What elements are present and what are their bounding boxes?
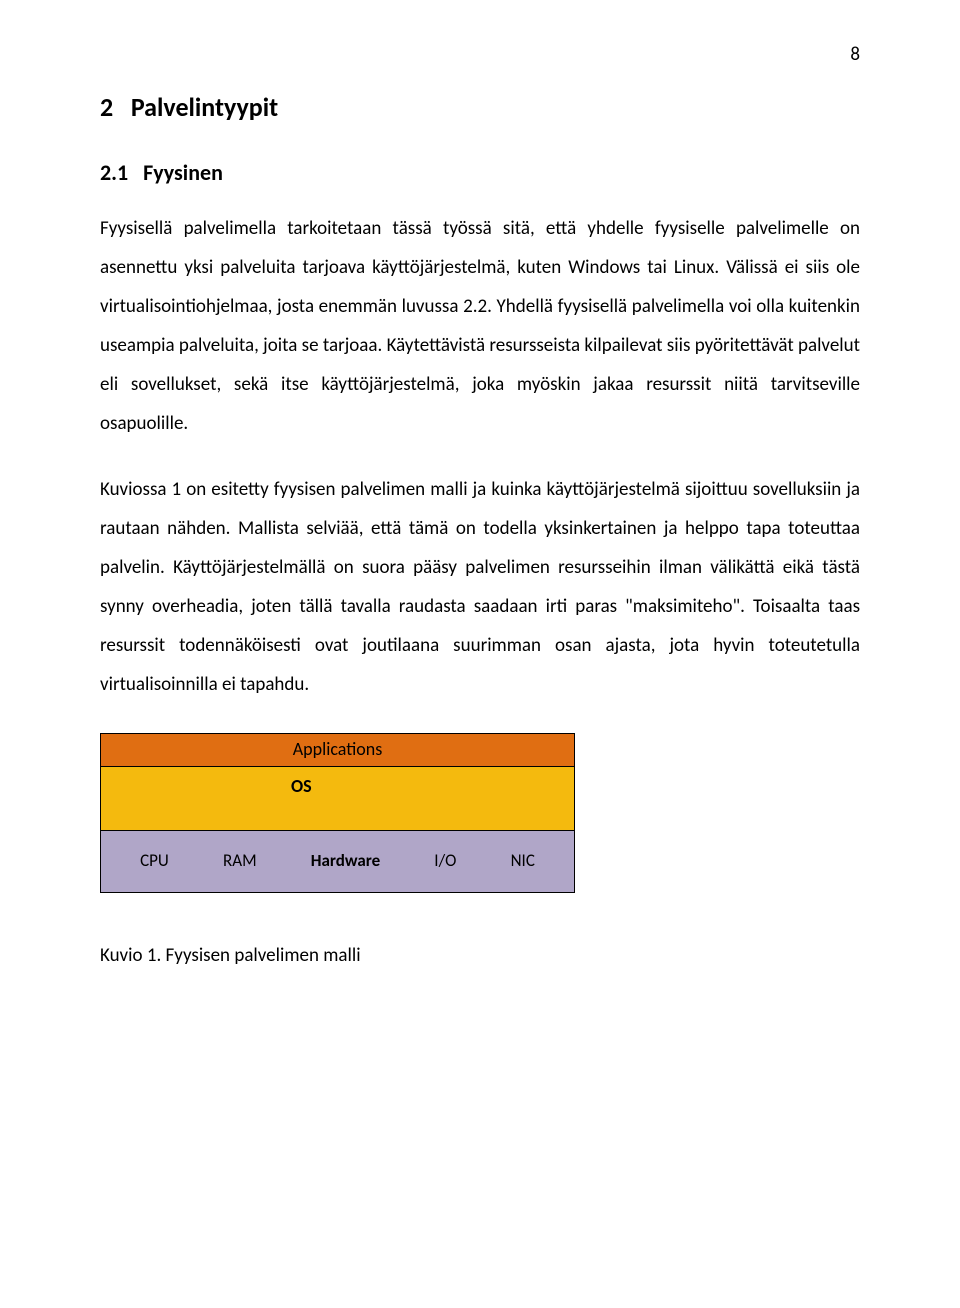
figure-caption: Kuvio 1. Fyysisen palvelimen malli xyxy=(100,941,860,970)
diagram-row-applications: Applications xyxy=(100,733,575,767)
heading-chapter-number: 2 xyxy=(100,91,113,123)
heading-chapter: 2 Palvelintyypit xyxy=(100,87,860,127)
diagram-row-os: OS xyxy=(100,767,575,831)
heading-section-text: Fyysinen xyxy=(143,159,223,186)
diagram-row-hardware: CPU RAM Hardware I/O NIC xyxy=(100,831,575,893)
diagram-applications-label: Applications xyxy=(293,736,383,764)
diagram-hw-nic: NIC xyxy=(511,848,535,874)
diagram-hw-hardware: Hardware xyxy=(311,848,380,874)
diagram-hw-cpu: CPU xyxy=(140,848,169,874)
diagram-hw-ram: RAM xyxy=(223,848,257,874)
paragraph-2: Kuviossa 1 on esitetty fyysisen palvelim… xyxy=(100,471,860,705)
heading-chapter-text: Palvelintyypit xyxy=(131,91,278,123)
diagram-os-label: OS xyxy=(291,773,312,801)
heading-section-number: 2.1 xyxy=(100,159,128,186)
server-model-diagram: Applications OS CPU RAM Hardware I/O NIC xyxy=(100,733,575,893)
page-number: 8 xyxy=(100,40,860,69)
diagram-hardware-labels: CPU RAM Hardware I/O NIC xyxy=(101,848,574,874)
heading-section: 2.1 Fyysinen xyxy=(100,156,860,190)
paragraph-1: Fyysisellä palvelimella tarkoitetaan täs… xyxy=(100,210,860,444)
diagram-hw-io: I/O xyxy=(434,848,456,874)
